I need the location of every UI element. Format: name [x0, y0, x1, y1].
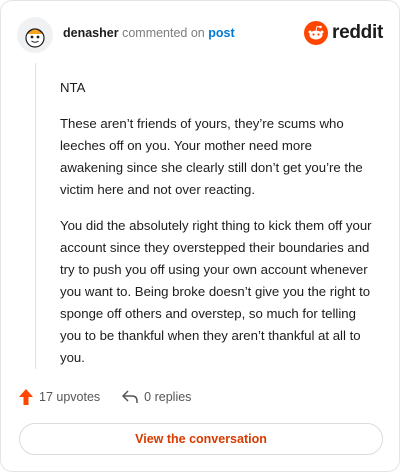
upvote-count: 17 upvotes — [39, 390, 101, 404]
reddit-wordmark: reddit — [332, 22, 383, 43]
comment-header: denasher commented on post reddit — [17, 15, 383, 55]
comment-verb: commented on — [122, 26, 205, 40]
comment-actions: 17 upvotes 0 replies — [19, 389, 191, 405]
replies-count: 0 replies — [144, 390, 192, 404]
reddit-brand[interactable]: reddit — [304, 21, 383, 45]
reply-arrow-icon — [122, 390, 138, 403]
replies-button[interactable]: 0 replies — [122, 390, 191, 404]
avatar[interactable] — [17, 17, 53, 53]
comment-paragraph: You did the absolutely right thing to ki… — [60, 218, 372, 365]
comment-paragraph: These aren’t friends of yours, they’re s… — [60, 116, 363, 197]
upvote-button[interactable]: 17 upvotes — [19, 389, 100, 405]
post-link[interactable]: post — [208, 26, 234, 40]
snoo-avatar-icon — [25, 28, 45, 48]
comment-meta: denasher commented on post — [63, 25, 235, 41]
reddit-logo-icon — [304, 21, 329, 45]
view-conversation-button[interactable]: View the conversation — [19, 423, 383, 455]
comment-card: denasher commented on post reddit NTA Th… — [0, 0, 400, 472]
upvote-arrow-icon — [19, 389, 33, 405]
comment-body: NTA These aren’t friends of yours, they’… — [60, 77, 374, 383]
comment-paragraph: NTA — [60, 80, 86, 95]
username[interactable]: denasher — [63, 26, 119, 40]
thread-line — [35, 63, 36, 369]
